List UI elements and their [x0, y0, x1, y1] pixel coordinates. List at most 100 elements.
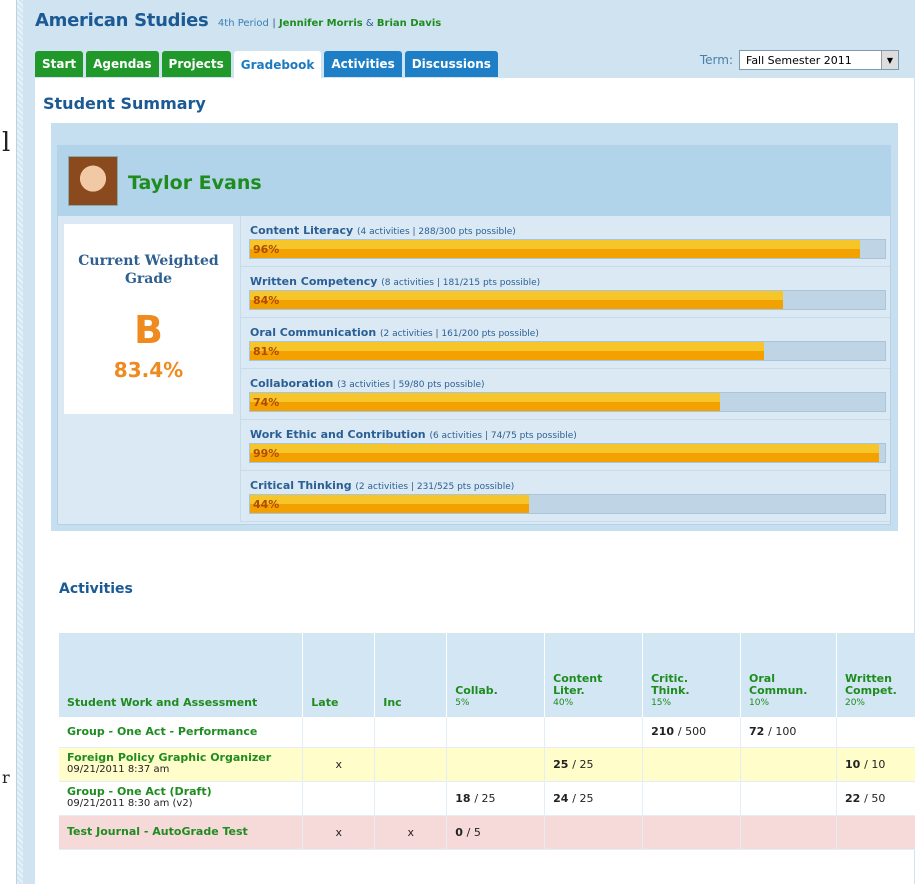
left-gutter: l r — [0, 0, 16, 884]
activities-title: Activities — [59, 581, 133, 597]
activity-name[interactable]: Test Journal - AutoGrade Test — [67, 825, 248, 838]
late-cell — [302, 781, 376, 816]
score-value: 10 / 10 — [844, 757, 886, 771]
teacher-1[interactable]: Jennifer Morris — [279, 18, 363, 29]
gutter-fragment: l — [2, 128, 11, 158]
grade-letter: B — [134, 308, 163, 352]
category-name: Oral Communication — [250, 326, 377, 339]
tab-start[interactable]: Start — [35, 51, 84, 77]
category-progress-bar: 99% — [249, 443, 886, 463]
category-meta: (2 activities | 161/200 pts possible) — [380, 329, 539, 339]
category-meta: (3 activities | 59/80 pts possible) — [337, 380, 485, 390]
collab-cell: 0 / 5 — [446, 815, 546, 850]
score-value: 72 / 100 — [749, 725, 797, 739]
late-cell: x — [302, 815, 376, 850]
student-avatar — [68, 156, 118, 206]
category-meta: (6 activities | 74/75 pts possible) — [429, 431, 577, 441]
category-progress-fill — [250, 291, 784, 309]
tab-gradebook[interactable]: Gradebook — [233, 51, 322, 78]
category-title[interactable]: Critical Thinking (2 activities | 231/52… — [250, 479, 514, 492]
activity-name-cell[interactable]: Group - One Act (Draft) 09/21/2011 8:30 a… — [59, 781, 304, 816]
category-meta: (8 activities | 181/215 pts possible) — [381, 278, 541, 288]
gradebook-content: Student Summary Taylor Evans Current Wei… — [35, 78, 915, 884]
category-title[interactable]: Written Competency (8 activities | 181/2… — [250, 275, 540, 288]
category-progress-fill — [250, 495, 530, 513]
col-header-oral[interactable]: Oral Commun. 10% — [740, 633, 837, 717]
activity-name-cell[interactable]: Group - One Act - Performance — [59, 717, 304, 748]
oral-cell: 72 / 100 — [740, 717, 837, 748]
weighted-grade-card: Current Weighted Grade B 83.4% — [64, 224, 233, 414]
oral-cell — [740, 747, 837, 782]
grade-label: Current Weighted Grade — [64, 252, 233, 288]
page-frame: American Studies 4th Period | Jennifer M… — [16, 0, 915, 884]
oral-cell — [740, 815, 837, 850]
collab-cell — [446, 747, 546, 782]
term-label: Term: — [699, 53, 733, 67]
category-progress-bar: 74% — [249, 392, 886, 412]
category-row: Written Competency (8 activities | 181/2… — [240, 267, 890, 318]
dropdown-arrow-icon[interactable]: ▼ — [881, 51, 898, 69]
teacher-2[interactable]: Brian Davis — [377, 18, 441, 29]
category-name: Collaboration — [250, 377, 334, 390]
col-header-critic[interactable]: Critic. Think. 15% — [642, 633, 742, 717]
score-value: 22 / 50 — [844, 791, 886, 805]
table-row[interactable]: Foreign Policy Graphic Organizer 09/21/20… — [59, 747, 915, 782]
content-cell: 24 / 25 — [544, 781, 644, 816]
teacher-names: | Jennifer Morris & Brian Davis — [272, 18, 441, 29]
category-percent: 74% — [253, 396, 280, 409]
category-row: Collaboration (3 activities | 59/80 pts … — [240, 369, 890, 420]
category-title[interactable]: Work Ethic and Contribution (6 activitie… — [250, 428, 577, 441]
inc-cell — [374, 717, 448, 748]
activity-name[interactable]: Group - One Act - Performance — [67, 725, 257, 738]
col-header-work[interactable]: Student Work and Assessment — [59, 633, 304, 717]
category-name: Work Ethic and Contribution — [250, 428, 426, 441]
tab-discussions[interactable]: Discussions — [404, 51, 498, 77]
score-value: x — [335, 757, 343, 771]
activity-timestamp: 09/21/2011 8:30 am (v2) — [67, 798, 193, 809]
category-list: Content Literacy (4 activities | 288/300… — [240, 216, 890, 522]
score-value: 210 / 500 — [651, 725, 707, 739]
student-name: Taylor Evans — [128, 172, 262, 194]
table-row[interactable]: Group - One Act - Performance 210 / 500 72… — [59, 717, 915, 748]
main-tabs: Start Agendas Projects Gradebook Activit… — [35, 51, 498, 78]
category-title[interactable]: Oral Communication (2 activities | 161/2… — [250, 326, 539, 339]
tab-projects[interactable]: Projects — [161, 51, 231, 77]
category-title[interactable]: Content Literacy (4 activities | 288/300… — [250, 224, 516, 237]
category-title[interactable]: Collaboration (3 activities | 59/80 pts … — [250, 377, 485, 390]
table-row[interactable]: Group - One Act (Draft) 09/21/2011 8:30 a… — [59, 781, 915, 816]
inc-cell — [374, 781, 448, 816]
grade-label-line1: Current Weighted — [78, 253, 219, 269]
category-percent: 84% — [253, 294, 280, 307]
category-percent: 96% — [253, 243, 280, 256]
category-progress-bar: 96% — [249, 239, 886, 259]
category-meta: (4 activities | 288/300 pts possible) — [356, 227, 516, 237]
col-header-collab[interactable]: Collab. 5% — [446, 633, 546, 717]
category-progress-bar: 44% — [249, 494, 886, 514]
tab-agendas[interactable]: Agendas — [86, 51, 159, 77]
term-selector: Term: Fall Semester 2011 ▼ — [700, 50, 899, 70]
app-container: American Studies 4th Period | Jennifer M… — [23, 0, 915, 884]
course-period: 4th Period — [217, 18, 269, 29]
table-row[interactable]: Test Journal - AutoGrade Test x x 0 / 5 — [59, 815, 915, 850]
category-percent: 44% — [253, 498, 280, 511]
term-select[interactable]: Fall Semester 2011 ▼ — [739, 50, 899, 70]
late-cell: x — [302, 747, 376, 782]
col-header-late[interactable]: Late — [302, 633, 376, 717]
activity-timestamp: 09/21/2011 8:37 am — [67, 764, 170, 775]
activity-name[interactable]: Foreign Policy Graphic Organizer — [67, 751, 271, 764]
activity-name[interactable]: Group - One Act (Draft) — [67, 785, 212, 798]
category-row: Oral Communication (2 activities | 161/2… — [240, 318, 890, 369]
course-title[interactable]: American Studies — [35, 10, 209, 31]
grade-percent: 83.4% — [113, 358, 184, 382]
category-name: Critical Thinking — [250, 479, 352, 492]
col-header-inc[interactable]: Inc — [374, 633, 448, 717]
category-row: Work Ethic and Contribution (6 activitie… — [240, 420, 890, 471]
col-header-written[interactable]: Written Compet. 20% — [836, 633, 915, 717]
written-cell — [836, 815, 915, 850]
col-header-content[interactable]: Content Liter. 40% — [544, 633, 644, 717]
activity-name-cell[interactable]: Test Journal - AutoGrade Test — [59, 815, 304, 850]
collab-cell: 18 / 25 — [446, 781, 546, 816]
activity-name-cell[interactable]: Foreign Policy Graphic Organizer 09/21/20… — [59, 747, 304, 782]
tab-activities[interactable]: Activities — [324, 51, 402, 77]
category-row: Content Literacy (4 activities | 288/300… — [240, 216, 890, 267]
